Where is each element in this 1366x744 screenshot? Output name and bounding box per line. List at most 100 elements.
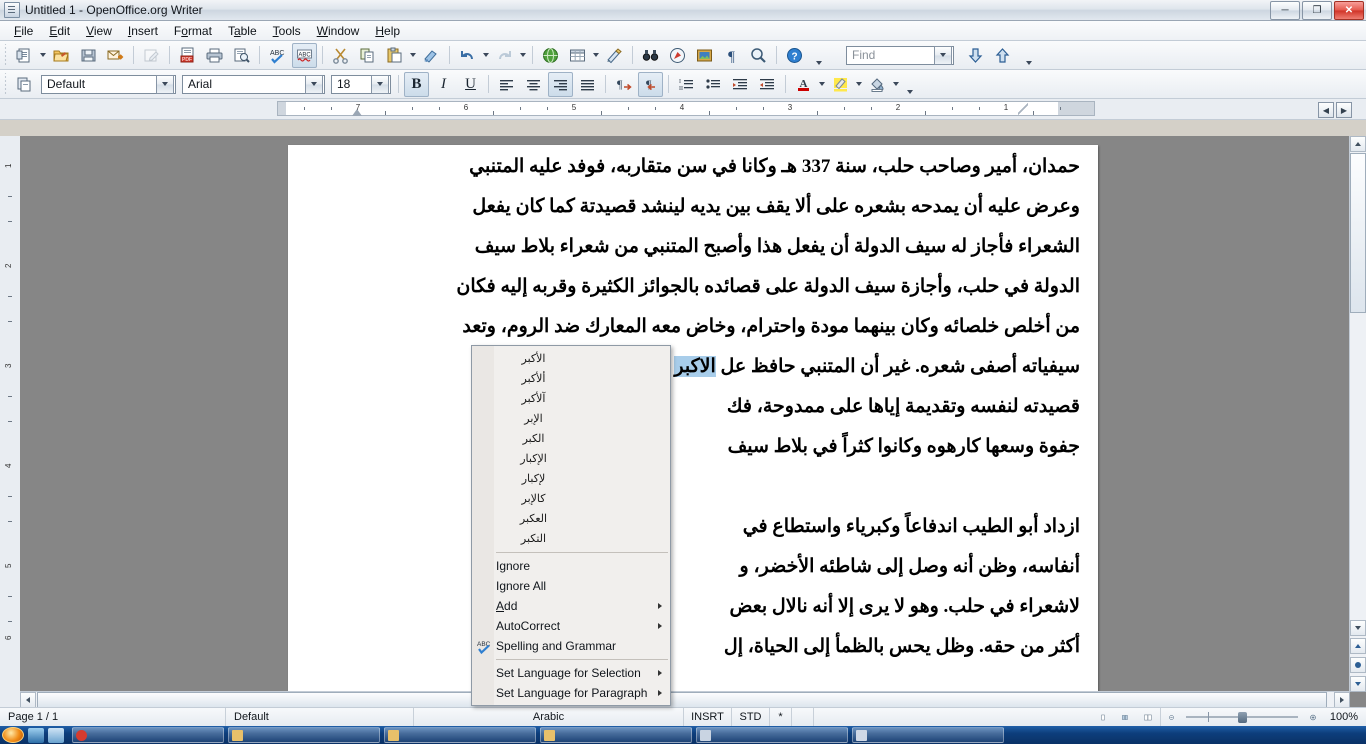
navigator-icon[interactable]: [665, 43, 690, 68]
zoom-icon[interactable]: [746, 43, 771, 68]
horizontal-scrollbar[interactable]: [20, 691, 1350, 708]
spelling-and-grammar-icon[interactable]: ABC: [265, 43, 290, 68]
doc-line-9[interactable]: [332, 467, 1080, 507]
view-layout-book[interactable]: [1136, 708, 1160, 726]
taskbar-item-2[interactable]: [228, 727, 380, 743]
view-layout-multi-page[interactable]: [1114, 708, 1136, 726]
doc-line-7[interactable]: قصيدته لنفسه وتقديمة إياها على ممدوحة، ف…: [332, 387, 1080, 427]
undo-icon[interactable]: [455, 43, 480, 68]
context-menu-autocorrect[interactable]: AutoCorrect: [472, 616, 670, 636]
formatting-toolbar-overflow-icon[interactable]: [905, 71, 915, 97]
indent-marker-left[interactable]: [352, 109, 362, 116]
copy-icon[interactable]: [355, 43, 380, 68]
font-size-combo[interactable]: 18: [331, 74, 391, 94]
font-name-combo[interactable]: Arial: [182, 74, 325, 94]
vertical-scroll-thumb[interactable]: [1350, 153, 1366, 313]
start-button[interactable]: [2, 727, 24, 743]
highlighting-button[interactable]: [828, 72, 853, 97]
suggestion-item-3[interactable]: آلأكبر: [472, 389, 670, 409]
menu-file[interactable]: File: [6, 22, 41, 40]
open-document-icon[interactable]: [49, 43, 74, 68]
paste-icon[interactable]: [382, 43, 407, 68]
doc-line-13[interactable]: أكثر من حقه. وظل يحس بالظمأ إلى الحياة، …: [332, 627, 1080, 667]
context-menu-ignore[interactable]: Ignore: [472, 556, 670, 576]
spelling-context-menu[interactable]: الأكبر ألأكبر آلأكبر الإبر الكبر الإكبار…: [471, 345, 671, 706]
cut-icon[interactable]: [328, 43, 353, 68]
status-page[interactable]: Page 1 / 1: [0, 708, 226, 726]
standard-toolbar-overflow-icon[interactable]: [814, 42, 824, 68]
doc-line-5[interactable]: من أخلص خلصائه وكان بينهما مودة واحترام،…: [332, 307, 1080, 347]
quicklaunch-explorer-icon[interactable]: [48, 727, 64, 743]
new-document-dropdown-icon[interactable]: [38, 44, 48, 67]
menu-tools[interactable]: Tools: [265, 22, 309, 40]
zoom-slider[interactable]: [1182, 708, 1302, 726]
align-center-button[interactable]: [521, 72, 546, 97]
selected-misspelled-word[interactable]: الاكبر: [674, 356, 716, 377]
taskbar-item-3[interactable]: [384, 727, 536, 743]
bullets-on-off-button[interactable]: [701, 72, 726, 97]
suggestion-item-10[interactable]: التكبر: [472, 529, 670, 549]
right-to-left-button[interactable]: ¶: [638, 71, 663, 97]
document-body[interactable]: حمدان، أمير وصاحب حلب، سنة 337 هـ وكانا …: [288, 145, 1098, 667]
document-canvas[interactable]: حمدان، أمير وصاحب حلب، سنة 337 هـ وكانا …: [20, 136, 1350, 692]
autospellcheck-icon[interactable]: ABC: [292, 42, 317, 68]
doc-line-3[interactable]: الشعراء فأجاز له سيف الدولة أن يفعل هذا …: [332, 227, 1080, 267]
context-menu-set-language-selection[interactable]: Set Language for Selection: [472, 663, 670, 683]
close-button[interactable]: ✕: [1334, 1, 1364, 20]
previous-page-button[interactable]: [1350, 638, 1366, 654]
font-size-dropdown-icon[interactable]: [371, 74, 389, 94]
menu-format[interactable]: Format: [166, 22, 220, 40]
gallery-icon[interactable]: [692, 43, 717, 68]
find-and-replace-icon[interactable]: [638, 43, 663, 68]
status-insert-mode[interactable]: INSRT: [684, 708, 732, 726]
suggestion-item-7[interactable]: لإكبار: [472, 469, 670, 489]
scroll-left-button[interactable]: [20, 692, 36, 708]
align-left-button[interactable]: [494, 72, 519, 97]
status-selection-mode[interactable]: STD: [732, 708, 770, 726]
suggestion-item-8[interactable]: كالإبر: [472, 489, 670, 509]
menu-view[interactable]: View: [78, 22, 120, 40]
save-document-icon[interactable]: [76, 43, 101, 68]
suggestion-item-4[interactable]: الإبر: [472, 409, 670, 429]
taskbar-item-4[interactable]: [540, 727, 692, 743]
minimize-button[interactable]: ─: [1270, 1, 1300, 20]
numbering-on-off-button[interactable]: I II: [674, 72, 699, 97]
suggestion-item-1[interactable]: الأكبر: [472, 349, 670, 369]
toolbar-grip[interactable]: [2, 44, 9, 66]
redo-icon[interactable]: [492, 43, 517, 68]
suggestion-item-2[interactable]: ألأكبر: [472, 369, 670, 389]
export-pdf-icon[interactable]: PDF: [175, 43, 200, 68]
horizontal-scroll-thumb[interactable]: [37, 692, 1327, 708]
find-next-icon[interactable]: [963, 43, 988, 68]
suggestion-item-6[interactable]: الإكبار: [472, 449, 670, 469]
apply-style-icon[interactable]: [12, 72, 37, 97]
menu-window[interactable]: Window: [309, 22, 368, 40]
suggestion-item-9[interactable]: العكبر: [472, 509, 670, 529]
background-color-button[interactable]: [865, 72, 890, 97]
zoom-out-button[interactable]: [1160, 708, 1182, 726]
decrease-indent-button[interactable]: [755, 72, 780, 97]
status-language[interactable]: Arabic: [414, 708, 684, 726]
context-menu-add[interactable]: Add: [472, 596, 670, 616]
quicklaunch-browser-icon[interactable]: [28, 727, 44, 743]
email-document-icon[interactable]: [103, 43, 128, 68]
status-digital-signature[interactable]: [792, 708, 814, 726]
doc-line-2[interactable]: وعرض عليه أن يمدحه بشعره على ألا يقف بين…: [332, 187, 1080, 227]
taskbar-item-5[interactable]: [696, 727, 848, 743]
indent-marker-right[interactable]: [1018, 103, 1028, 115]
status-page-style[interactable]: Default: [226, 708, 414, 726]
ruler-scroll-right-button[interactable]: ▶: [1336, 102, 1352, 118]
context-menu-ignore-all[interactable]: Ignore All: [472, 576, 670, 596]
formatting-toolbar-grip[interactable]: [2, 73, 9, 95]
find-input[interactable]: Find: [846, 45, 954, 65]
align-right-button[interactable]: [548, 71, 573, 97]
status-modified[interactable]: *: [770, 708, 792, 726]
table-dropdown-icon[interactable]: [591, 44, 601, 67]
hyperlink-icon[interactable]: [538, 43, 563, 68]
background-color-dropdown-icon[interactable]: [891, 73, 901, 96]
menu-insert[interactable]: Insert: [120, 22, 166, 40]
paragraph-style-dropdown-icon[interactable]: [156, 74, 174, 94]
doc-line-10[interactable]: ازداد أبو الطيب اندفاعاً وكبرياء واستطاع…: [332, 507, 1080, 547]
highlighting-dropdown-icon[interactable]: [854, 73, 864, 96]
left-to-right-button[interactable]: ¶: [611, 72, 636, 97]
